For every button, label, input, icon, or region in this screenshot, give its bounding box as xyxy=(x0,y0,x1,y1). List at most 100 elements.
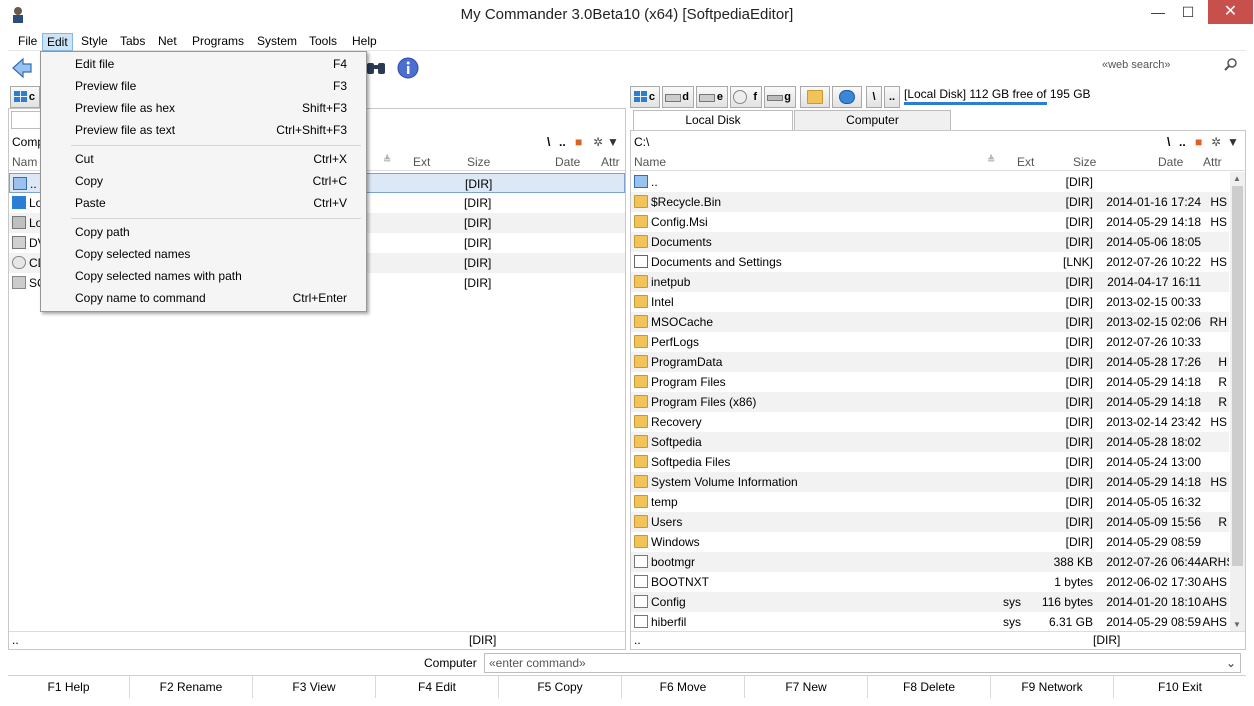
table-row[interactable]: Intel [DIR] 2013-02-15 00:33 xyxy=(631,292,1229,312)
table-row[interactable]: Recovery [DIR] 2013-02-14 23:42 HS xyxy=(631,412,1229,432)
left-col-ext[interactable]: Ext xyxy=(413,155,430,169)
menu-item-paste[interactable]: Paste Ctrl+V xyxy=(75,193,347,213)
f3-view-button[interactable]: F3 View xyxy=(253,676,376,698)
table-row[interactable]: Softpedia [DIR] 2014-05-28 18:02 xyxy=(631,432,1229,452)
table-row[interactable]: MSOCache [DIR] 2013-02-15 02:06 RH xyxy=(631,312,1229,332)
left-col-name[interactable]: Nam xyxy=(12,155,37,169)
table-row[interactable]: Program Files [DIR] 2014-05-29 14:18 R xyxy=(631,372,1229,392)
f6-move-button[interactable]: F6 Move xyxy=(622,676,745,698)
menu-item-copy-name-to-command[interactable]: Copy name to command Ctrl+Enter xyxy=(75,288,347,308)
left-col-size[interactable]: Size xyxy=(467,155,490,169)
chevron-down-icon[interactable]: ⌄ xyxy=(1226,654,1236,672)
table-row[interactable]: Documents and Settings [LNK] 2012-07-26 10… xyxy=(631,252,1229,272)
scroll-down-icon[interactable]: ▼ xyxy=(1233,620,1241,629)
binoculars-icon[interactable] xyxy=(364,56,388,80)
right-col-size[interactable]: Size xyxy=(1073,155,1096,169)
tab-local-disk[interactable]: Local Disk xyxy=(633,110,793,131)
right-windows-icon[interactable]: ■ xyxy=(1195,133,1202,151)
left-drive-button-c[interactable]: c xyxy=(10,86,40,108)
menu-item-preview-hex[interactable]: Preview file as hex Shift+F3 xyxy=(75,98,347,118)
drive-button-c[interactable]: c xyxy=(630,86,660,108)
table-row[interactable]: Config.Msi [DIR] 2014-05-29 14:18 HS xyxy=(631,212,1229,232)
right-col-name[interactable]: Name xyxy=(634,155,666,169)
menu-item-copy[interactable]: Copy Ctrl+C xyxy=(75,171,347,191)
tab-computer[interactable]: Computer xyxy=(794,110,951,130)
scroll-up-icon[interactable]: ▲ xyxy=(1233,174,1241,183)
table-row[interactable]: Users [DIR] 2014-05-09 15:56 R xyxy=(631,512,1229,532)
menu-edit[interactable]: Edit xyxy=(42,33,73,51)
search-icon[interactable] xyxy=(1224,57,1238,71)
menu-help[interactable]: Help xyxy=(348,33,381,51)
left-up-button[interactable]: .. xyxy=(559,133,566,151)
menu-item-preview-text[interactable]: Preview file as text Ctrl+Shift+F3 xyxy=(75,120,347,140)
menu-tabs[interactable]: Tabs xyxy=(116,33,149,51)
right-col-attr[interactable]: Attr xyxy=(1203,155,1222,169)
up-button[interactable]: .. xyxy=(884,86,900,108)
table-row[interactable]: Config sys 116 bytes 2014-01-20 18:10 AHS xyxy=(631,592,1229,612)
table-row[interactable]: bootmgr 388 KB 2012-07-26 06:44ARHS xyxy=(631,552,1229,572)
left-tab[interactable] xyxy=(11,111,41,129)
drive-button-f[interactable]: f xyxy=(730,86,762,108)
f1-help-button[interactable]: F1 Help xyxy=(8,676,130,698)
menu-system[interactable]: System xyxy=(253,33,301,51)
left-col-date[interactable]: Date xyxy=(555,155,580,169)
right-dropdown-icon[interactable]: ▼ xyxy=(1227,133,1239,151)
root-button[interactable]: \ xyxy=(866,86,882,108)
table-row[interactable]: hiberfil sys 6.31 GB 2014-05-29 08:59 AHS xyxy=(631,612,1229,631)
menu-tools[interactable]: Tools xyxy=(305,33,341,51)
left-windows-icon[interactable]: ■ xyxy=(575,133,582,151)
command-input[interactable]: «enter command» ⌄ xyxy=(484,653,1241,673)
table-row[interactable]: Softpedia Files [DIR] 2014-05-24 13:00 xyxy=(631,452,1229,472)
table-row[interactable]: BOOTNXT 1 bytes 2012-06-02 17:30 AHS xyxy=(631,572,1229,592)
table-row[interactable]: $Recycle.Bin [DIR] 2014-01-16 17:24 HS xyxy=(631,192,1229,212)
f8-delete-button[interactable]: F8 Delete xyxy=(868,676,991,698)
table-row[interactable]: Windows [DIR] 2014-05-29 08:59 xyxy=(631,532,1229,552)
network-button[interactable] xyxy=(832,86,862,108)
right-settings-icon[interactable]: ✲ xyxy=(1211,133,1221,151)
menu-item-copy-selected-names[interactable]: Copy selected names xyxy=(75,244,347,264)
menu-programs[interactable]: Programs xyxy=(188,33,248,51)
table-row[interactable]: PerfLogs [DIR] 2012-07-26 10:33 xyxy=(631,332,1229,352)
f7-new-button[interactable]: F7 New xyxy=(745,676,868,698)
menu-style[interactable]: Style xyxy=(77,33,112,51)
web-search-input[interactable]: «web search» xyxy=(1098,56,1242,76)
left-root-button[interactable]: \ xyxy=(547,133,550,151)
right-sort-icon: ≜ xyxy=(987,155,996,166)
right-scrollbar[interactable]: ▲ ▼ xyxy=(1230,172,1245,631)
right-up-button[interactable]: .. xyxy=(1179,133,1186,151)
maximize-button[interactable]: ☐ xyxy=(1168,0,1208,24)
f5-copy-button[interactable]: F5 Copy xyxy=(499,676,622,698)
menu-item-copy-names-with-path[interactable]: Copy selected names with path xyxy=(75,266,347,286)
f10-exit-button[interactable]: F10 Exit xyxy=(1114,676,1246,698)
left-col-attr[interactable]: Attr xyxy=(601,155,620,169)
menu-net[interactable]: Net xyxy=(154,33,181,51)
f4-edit-button[interactable]: F4 Edit xyxy=(376,676,499,698)
table-row[interactable]: System Volume Information [DIR] 2014-05-29… xyxy=(631,472,1229,492)
left-dropdown-icon[interactable]: ▼ xyxy=(607,133,619,151)
table-row[interactable]: .. [DIR] xyxy=(631,172,1229,192)
back-arrow-icon[interactable] xyxy=(10,56,34,80)
info-icon[interactable] xyxy=(396,56,420,80)
left-settings-icon[interactable]: ✲ xyxy=(593,133,603,151)
drive-button-g[interactable]: g xyxy=(764,86,796,108)
table-row[interactable]: Documents [DIR] 2014-05-06 18:05 xyxy=(631,232,1229,252)
drive-button-e[interactable]: e xyxy=(696,86,728,108)
scrollbar-thumb[interactable] xyxy=(1232,186,1243,566)
menu-item-preview-file[interactable]: Preview file F3 xyxy=(75,76,347,96)
menu-item-copy-path[interactable]: Copy path xyxy=(75,222,347,242)
table-row[interactable]: inetpub [DIR] 2014-04-17 16:11 xyxy=(631,272,1229,292)
menu-file[interactable]: File xyxy=(14,33,41,51)
table-row[interactable]: ProgramData [DIR] 2014-05-28 17:26 H xyxy=(631,352,1229,372)
close-button[interactable]: ✕ xyxy=(1208,0,1253,24)
menu-item-cut[interactable]: Cut Ctrl+X xyxy=(75,149,347,169)
right-col-ext[interactable]: Ext xyxy=(1017,155,1034,169)
menu-item-edit-file[interactable]: Edit file F4 xyxy=(75,54,347,74)
f2-rename-button[interactable]: F2 Rename xyxy=(130,676,253,698)
drive-button-d[interactable]: d xyxy=(662,86,694,108)
right-root-button[interactable]: \ xyxy=(1167,133,1170,151)
folder-button[interactable] xyxy=(800,86,830,108)
f9-network-button[interactable]: F9 Network xyxy=(991,676,1114,698)
right-col-date[interactable]: Date xyxy=(1158,155,1183,169)
table-row[interactable]: temp [DIR] 2014-05-05 16:32 xyxy=(631,492,1229,512)
table-row[interactable]: Program Files (x86) [DIR] 2014-05-29 14:18… xyxy=(631,392,1229,412)
